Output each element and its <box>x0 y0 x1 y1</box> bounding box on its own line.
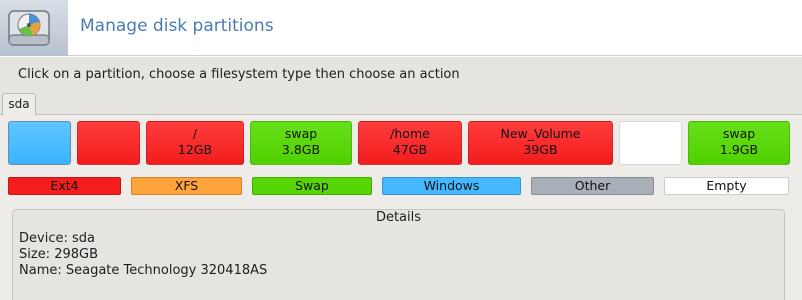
details-panel: Details Device: sda Size: 298GB Name: Se… <box>12 209 785 300</box>
legend-swap[interactable]: Swap <box>252 177 372 195</box>
disk-tab-bar: sda <box>0 93 802 115</box>
details-title: Details <box>375 210 422 225</box>
legend-other[interactable]: Other <box>531 177 654 195</box>
legend-windows[interactable]: Windows <box>382 177 521 195</box>
partition-swap-1[interactable]: swap 3.8GB <box>250 121 352 165</box>
details-size: Size: 298GB <box>19 247 99 262</box>
partition-empty[interactable] <box>619 121 682 165</box>
partition-swap-2[interactable]: swap 1.9GB <box>688 121 790 165</box>
tab-sda[interactable]: sda <box>2 93 36 115</box>
details-device: Device: sda <box>19 231 95 246</box>
partition-ext4-small[interactable] <box>77 121 140 165</box>
legend-xfs[interactable]: XFS <box>131 177 242 195</box>
main-panel: Click on a partition, choose a filesyste… <box>0 57 802 300</box>
hard-disk-pie-icon <box>8 10 50 46</box>
page-title: Manage disk partitions <box>80 16 274 36</box>
legend-empty[interactable]: Empty <box>664 177 789 195</box>
partition-root[interactable]: /12GB <box>146 121 244 165</box>
disk-tab-content: /12GB swap 3.8GB /home 47GB New_Volume 39GB… <box>0 115 802 300</box>
instruction-text: Click on a partition, choose a filesyste… <box>18 67 460 82</box>
header-banner: Manage disk partitions <box>0 0 802 56</box>
header-divider-notch <box>58 18 68 38</box>
details-name: Name: Seagate Technology 320418AS <box>19 263 268 278</box>
legend-ext4[interactable]: Ext4 <box>8 177 121 195</box>
partition-windows[interactable] <box>8 121 71 165</box>
partition-home[interactable]: /home 47GB <box>358 121 462 165</box>
partition-new-volume[interactable]: New_Volume 39GB <box>468 121 613 165</box>
